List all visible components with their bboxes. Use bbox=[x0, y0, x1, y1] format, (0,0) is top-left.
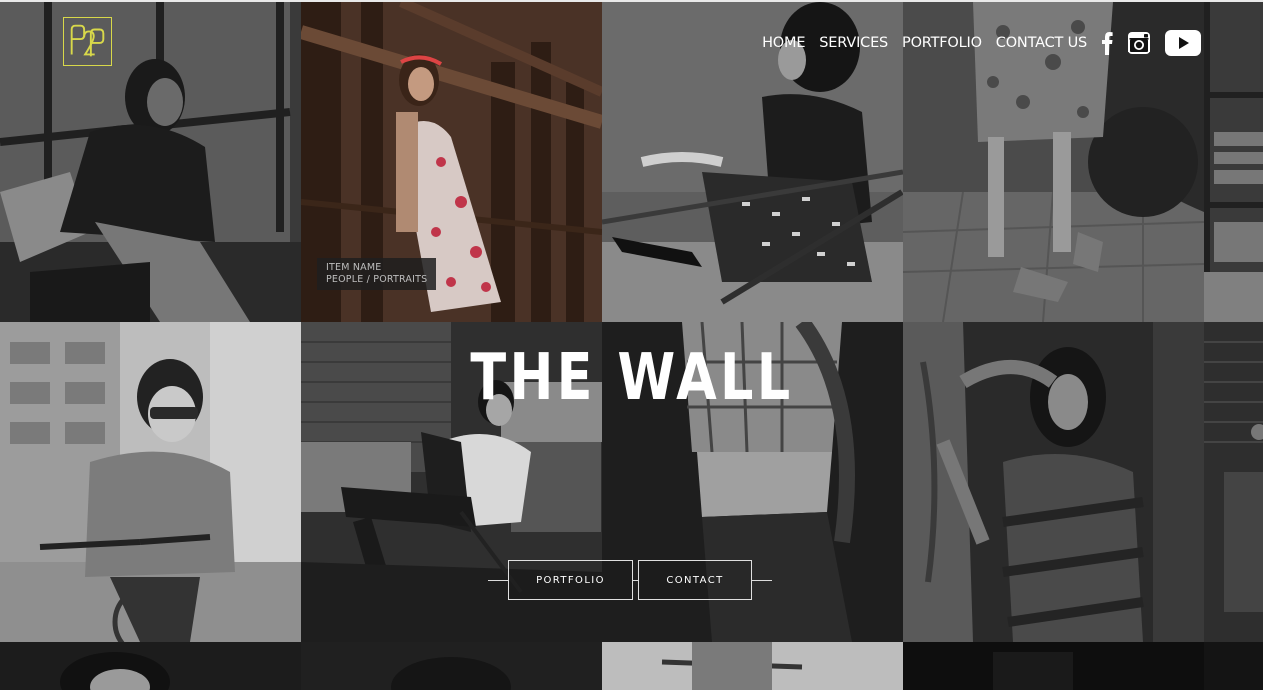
cta-group: PORTFOLIO CONTACT bbox=[488, 560, 772, 602]
photo-tile[interactable] bbox=[1204, 642, 1263, 690]
item-name: ITEM NAME bbox=[326, 262, 382, 273]
nav-contact-us[interactable]: CONTACT US bbox=[996, 30, 1087, 56]
cta-divider bbox=[752, 580, 772, 581]
photo-tile[interactable] bbox=[1204, 2, 1263, 322]
photo-tile[interactable] bbox=[903, 642, 1204, 690]
instagram-icon[interactable] bbox=[1127, 31, 1151, 55]
photo-tile[interactable] bbox=[301, 642, 602, 690]
main-nav: HOME SERVICES PORTFOLIO CONTACT US bbox=[762, 30, 1201, 56]
contact-button[interactable]: CONTACT bbox=[638, 560, 752, 600]
nav-home[interactable]: HOME bbox=[762, 30, 805, 56]
photo-tile[interactable] bbox=[0, 642, 301, 690]
nav-services[interactable]: SERVICES bbox=[819, 30, 888, 56]
photo-tile[interactable] bbox=[0, 2, 301, 322]
page: HOME SERVICES PORTFOLIO CONTACT US ITEM … bbox=[0, 0, 1263, 690]
item-caption[interactable]: ITEM NAME PEOPLE / PORTRAITS bbox=[317, 258, 437, 290]
item-category: PEOPLE / PORTRAITS bbox=[326, 274, 428, 285]
brand-logo[interactable] bbox=[63, 17, 112, 66]
photo-tile[interactable] bbox=[1204, 322, 1263, 642]
cta-divider bbox=[488, 580, 508, 581]
photo-tile[interactable] bbox=[602, 642, 903, 690]
youtube-icon[interactable] bbox=[1165, 30, 1201, 56]
portfolio-button[interactable]: PORTFOLIO bbox=[508, 560, 633, 600]
nav-portfolio[interactable]: PORTFOLIO bbox=[902, 30, 982, 56]
facebook-icon[interactable] bbox=[1101, 31, 1113, 55]
hero-title: THE WALL bbox=[470, 341, 794, 415]
social-links bbox=[1101, 30, 1201, 56]
